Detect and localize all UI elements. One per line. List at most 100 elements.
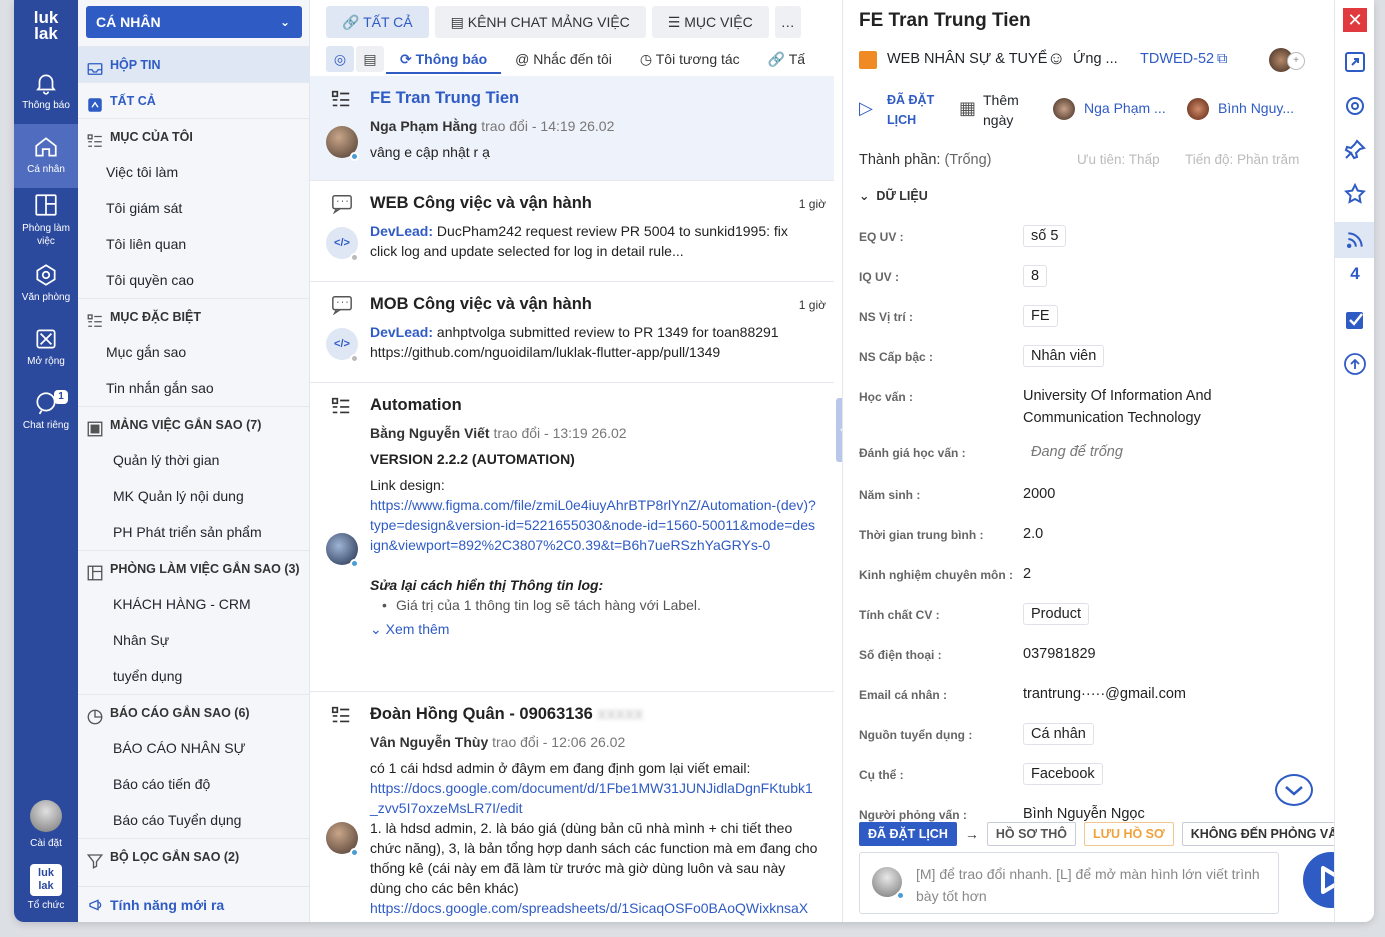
target-icon[interactable]: ◎ — [326, 46, 354, 72]
luklak-logo[interactable]: luk lak — [26, 9, 66, 50]
list-icon[interactable]: ▤ — [356, 46, 384, 72]
tab-interactions[interactable]: ◷ Tôi tương tác — [626, 44, 754, 74]
sidebar-item[interactable]: PHÒNG LÀM VIỆC GẮN SAO (3) — [78, 550, 309, 586]
sidebar-item[interactable]: MỤC ĐẶC BIỆT — [78, 298, 309, 334]
sidebar-item[interactable]: Mục gắn sao — [78, 334, 309, 370]
progress-field[interactable]: Tiến độ: Phần trăm — [1185, 152, 1299, 167]
tab-all[interactable]: 🔗 TẤT CẢ — [326, 6, 429, 38]
sidebar-item[interactable]: Báo cáo tiến độ — [78, 766, 309, 802]
expand-icon[interactable] — [1343, 50, 1367, 74]
doc-link[interactable]: https://docs.google.com/document/d/1Fbe1… — [370, 778, 818, 818]
sidebar-item[interactable]: HỘP TIN — [78, 46, 309, 82]
sidebar-item[interactable]: Quản lý thời gian — [78, 442, 309, 478]
field-value[interactable]: trantrung·····@gmail.com — [1023, 683, 1283, 705]
target-icon[interactable] — [1343, 94, 1367, 118]
sidebar-item[interactable]: Tôi quyền cao — [78, 262, 309, 298]
sidebar-item[interactable]: MỤC CỦA TÔI — [78, 118, 309, 154]
field-label: Tính chất CV : — [859, 608, 940, 622]
reporter-name[interactable]: Bình Nguy... — [1218, 100, 1294, 116]
field-value[interactable]: số 5 — [1023, 225, 1067, 247]
feed-item[interactable]: MOB Công việc và vận hành 1 giờ </> DevL… — [310, 282, 834, 383]
field-value[interactable]: University Of Information And Communicat… — [1023, 385, 1283, 429]
figma-link[interactable]: https://www.figma.com/file/zmiL0e4iuyAhr… — [370, 495, 818, 555]
field-value[interactable]: 8 — [1023, 265, 1048, 287]
status-badge[interactable]: ĐÃ ĐẶT LỊCH — [887, 90, 941, 130]
ticket-code[interactable]: TDWED-52 — [1140, 51, 1214, 67]
close-icon[interactable]: ✕ — [1343, 8, 1367, 32]
scroll-top-icon[interactable] — [1343, 352, 1367, 376]
no-show-button[interactable]: KHÔNG ĐẾN PHỎNG VẤN — [1181, 822, 1334, 846]
field-value[interactable]: Cá nhân — [1023, 723, 1094, 745]
copy-icon[interactable]: ⧉ — [1217, 51, 1227, 67]
send-button[interactable] — [1303, 852, 1334, 908]
rail-item-private-chat[interactable]: 1 Chat riêng — [14, 390, 78, 431]
field-value[interactable]: Đang để trống — [1031, 441, 1123, 463]
field-value[interactable]: 037981829 — [1023, 643, 1283, 665]
sidebar-item[interactable]: Tôi giám sát — [78, 190, 309, 226]
sidebar-item[interactable]: BÁO CÁO GẮN SAO (6) — [78, 694, 309, 730]
scheduled-button[interactable]: ĐÃ ĐẶT LỊCH — [859, 822, 957, 846]
field-value[interactable]: Product — [1023, 603, 1089, 625]
comment-composer[interactable]: [M] để trao đổi nhanh. [L] để mở màn hìn… — [859, 852, 1279, 914]
org-logo-icon: luk lak — [30, 864, 62, 896]
checkbox-icon[interactable] — [1343, 308, 1367, 332]
sidebar-item[interactable]: Nhân Sự — [78, 622, 309, 658]
sheet-link[interactable]: https://docs.google.com/spreadsheets/d/1… — [370, 898, 818, 918]
sidebar-item[interactable]: PH Phát triển sản phẩm — [78, 514, 309, 550]
rail-item-settings[interactable]: Cài đặt — [14, 800, 78, 849]
star-icon[interactable] — [1343, 182, 1367, 206]
component-value[interactable]: (Trống) — [944, 152, 991, 168]
feed-item[interactable]: Automation Bằng Nguyễn Viết trao đổi - 1… — [310, 383, 834, 692]
tab-more[interactable]: … — [774, 6, 801, 38]
feed-item[interactable]: FE Tran Trung Tien Nga Phạm Hằng trao đổ… — [310, 76, 834, 181]
sidebar-item[interactable]: MK Quản lý nội dung — [78, 478, 309, 514]
raw-profile-button[interactable]: HỒ SƠ THÔ — [986, 822, 1076, 846]
add-date-button[interactable]: Thêm ngày — [983, 90, 1031, 130]
workspace-selector[interactable]: CÁ NHÂN ⌄ — [86, 6, 302, 38]
tab-work-items[interactable]: ☰ MỤC VIỆC — [651, 6, 769, 38]
rail-item-extend[interactable]: Mở rộng — [14, 326, 78, 367]
rail-item-organization[interactable]: luk lak Tổ chức — [14, 864, 78, 911]
tab-mentions[interactable]: @ Nhắc đến tôi — [501, 44, 626, 74]
feed-item[interactable]: WEB Công việc và vận hành 1 giờ </> DevL… — [310, 181, 834, 282]
role-name[interactable]: Ứng ... — [1073, 51, 1118, 67]
sidebar-item[interactable]: Tin nhắn gắn sao — [78, 370, 309, 406]
feed-panel: 🔗 TẤT CẢ ▤ KÊNH CHAT MẢNG VIỆC ☰ MỤC VIỆ… — [310, 0, 838, 922]
field-value[interactable]: 2 — [1023, 563, 1283, 585]
tab-truncated[interactable]: 🔗 Tấ — [754, 44, 805, 74]
sidebar-item[interactable]: Tôi liên quan — [78, 226, 309, 262]
see-more-button[interactable]: ⌄ Xem thêm — [370, 619, 818, 639]
sidebar-item[interactable]: Báo cáo Tuyển dụng — [78, 802, 309, 838]
add-watcher-icon[interactable]: + — [1287, 52, 1305, 70]
sidebar-item[interactable]: BÁO CÁO NHÂN SỰ — [78, 730, 309, 766]
feed-item[interactable]: Đoàn Hồng Quân - 09063136 xxxxx Vân Nguy… — [310, 692, 834, 922]
rail-item-workroom[interactable]: Phòng làm việc — [14, 192, 78, 248]
rail-item-personal[interactable]: Cá nhân — [14, 124, 78, 188]
rail-item-notifications[interactable]: Thông báo — [14, 70, 78, 111]
field-value[interactable]: 2.0 — [1023, 523, 1283, 545]
counter-badge[interactable]: 4 — [1343, 264, 1367, 288]
sidebar-item[interactable]: Việc tôi làm — [78, 154, 309, 190]
feed-icon[interactable] — [1335, 222, 1374, 258]
sidebar-item[interactable]: BỘ LỌC GẮN SAO (2) — [78, 838, 309, 874]
priority-field[interactable]: Ưu tiên: Thấp — [1077, 152, 1160, 167]
save-profile-button[interactable]: LƯU HỒ SƠ — [1083, 822, 1174, 846]
data-section-toggle[interactable]: ⌄ DỮ LIỆU — [859, 188, 928, 203]
field-value[interactable]: Facebook — [1023, 763, 1103, 785]
field-value[interactable]: 2000 — [1023, 483, 1283, 505]
new-features-link[interactable]: Tính năng mới ra — [78, 886, 309, 922]
sidebar-item[interactable]: tuyển dụng — [78, 658, 309, 694]
sidebar-item[interactable]: KHÁCH HÀNG - CRM — [78, 586, 309, 622]
workspace-name[interactable]: WEB NHÂN SỰ & TUYỂ — [887, 51, 1047, 67]
sub-tabs: ◎ ▤ ⟳ Thông báo @ Nhắc đến tôi ◷ Tôi tươ… — [326, 44, 838, 74]
field-value[interactable]: Nhân viên — [1023, 345, 1105, 367]
sidebar-item[interactable]: MẢNG VIỆC GẮN SAO (7) — [78, 406, 309, 442]
rail-item-office[interactable]: Văn phòng — [14, 262, 78, 303]
tab-work-channel[interactable]: ▤ KÊNH CHAT MẢNG VIỆC — [434, 6, 646, 38]
scroll-down-button[interactable] — [1275, 774, 1313, 806]
assignee-name[interactable]: Nga Phạm ... — [1084, 100, 1166, 116]
pin-icon[interactable] — [1343, 138, 1367, 162]
sidebar-item[interactable]: TẤT CẢ — [78, 82, 309, 118]
tab-notifications[interactable]: ⟳ Thông báo — [386, 44, 502, 74]
field-value[interactable]: FE — [1023, 305, 1058, 327]
